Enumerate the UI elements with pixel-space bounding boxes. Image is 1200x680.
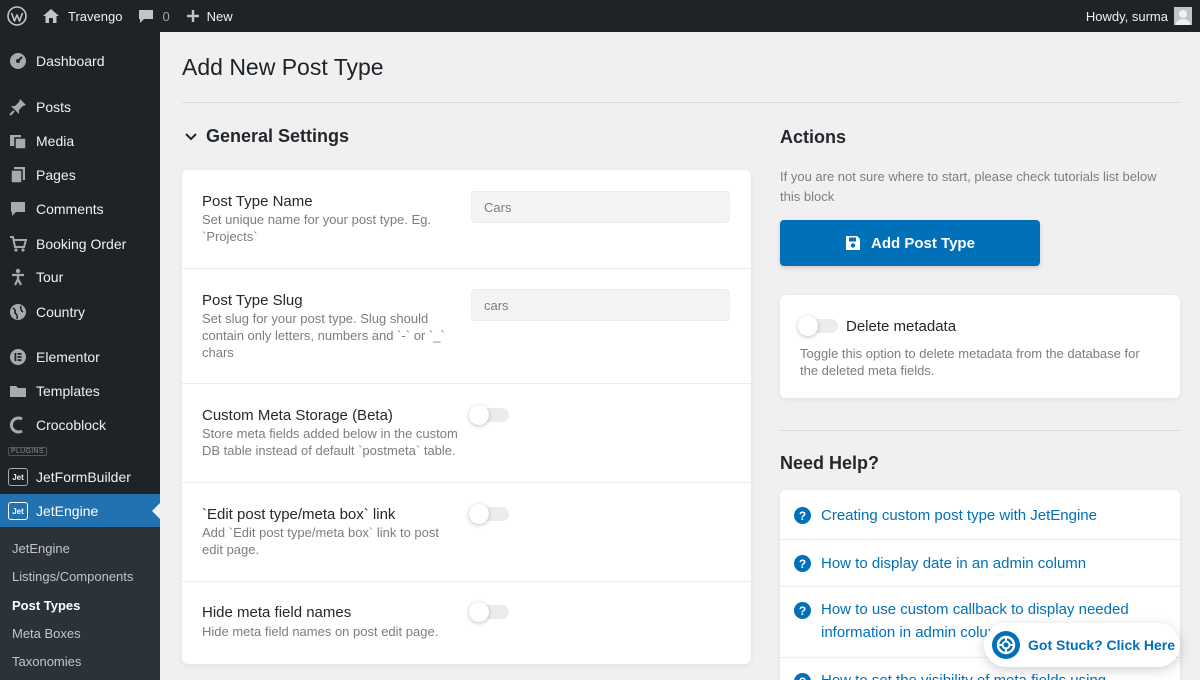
admin-sidebar: Dashboard Posts Media Pages Comments Boo… [0,32,160,680]
sidebar-item-jetformbuilder[interactable]: Jet JetFormBuilder [0,460,160,494]
field-row-hide-meta-names: Hide meta field names Hide meta field na… [182,582,751,664]
need-help-title: Need Help? [780,453,880,473]
actions-description: If you are not sure where to start, plea… [780,169,1157,204]
field-row-edit-link: `Edit post type/meta box` link Add `Edit… [182,483,751,582]
dashboard-icon [0,52,36,70]
sidebar-item-media[interactable]: Media [0,124,160,158]
submenu-item-taxonomies[interactable]: Taxonomies [12,654,81,669]
help-item: ? How to display date in an admin column [780,540,1180,587]
delete-metadata-label: Delete metadata [846,318,957,335]
folder-icon [0,382,36,400]
help-divider [780,430,1180,431]
wordpress-logo-icon[interactable] [0,0,34,32]
field-label: Post Type Name [202,193,313,210]
submenu-item-jetengine[interactable]: JetEngine [12,541,70,556]
edit-link-toggle[interactable] [469,504,509,524]
submenu-item-meta-boxes[interactable]: Meta Boxes [12,626,81,641]
field-label: Hide meta field names [202,604,352,621]
sidebar-item-booking-order[interactable]: Booking Order [0,227,160,261]
lifebuoy-icon [992,631,1020,659]
help-link[interactable]: How to set the visibility of meta fields… [821,669,1161,680]
jetengine-submenu: JetEngine Listings/Components Post Types… [0,527,160,680]
field-description: Add `Edit post type/meta box` link to po… [202,525,440,557]
person-icon [0,268,36,286]
question-icon: ? [794,673,811,680]
cart-icon [0,235,36,253]
sidebar-item-tour[interactable]: Tour [0,260,160,294]
comments-link[interactable]: 0 [130,0,177,32]
save-icon [845,235,861,251]
sidebar-item-templates[interactable]: Templates [0,374,160,408]
hide-meta-names-toggle[interactable] [469,602,509,622]
comments-icon [0,200,36,218]
globe-icon [0,303,36,321]
jet-icon: Jet [8,502,28,520]
field-row-post-type-name: Post Type Name Set unique name for your … [182,170,751,269]
page-title: Add New Post Type [182,54,384,80]
field-label: Post Type Slug [202,292,303,309]
question-icon: ? [794,507,811,524]
active-menu-arrow [152,503,160,519]
pin-icon [0,98,36,116]
admin-bar: Travengo 0 New Howdy, surma [0,0,1200,32]
sidebar-item-comments[interactable]: Comments [0,192,160,226]
delete-metadata-card: Delete metadata Toggle this option to de… [780,295,1180,398]
actions-title: Actions [780,127,847,147]
crocoblock-icon [0,416,36,434]
help-link[interactable]: Creating custom post type with JetEngine [821,504,1161,527]
submenu-item-post-types[interactable]: Post Types [12,598,80,613]
comment-bubble-icon [138,9,154,24]
sidebar-item-dashboard[interactable]: Dashboard [0,44,160,78]
account-menu[interactable]: Howdy, surma [1078,0,1200,32]
avatar [1174,7,1192,25]
sidebar-item-crocoblock[interactable]: Crocoblock [0,408,160,442]
sidebar-item-country[interactable]: Country [0,295,160,329]
home-icon [42,8,60,24]
plugins-section-label: PLUGINS [8,447,47,456]
general-settings-card: Post Type Name Set unique name for your … [182,170,751,664]
field-row-custom-meta-storage: Custom Meta Storage (Beta) Store meta fi… [182,384,751,483]
field-row-post-type-slug: Post Type Slug Set slug for your post ty… [182,269,751,384]
field-label: Custom Meta Storage (Beta) [202,407,393,424]
field-description: Hide meta field names on post edit page. [202,624,439,639]
custom-meta-storage-toggle[interactable] [469,405,509,425]
add-post-type-button[interactable]: Add Post Type [780,220,1040,266]
sidebar-item-pages[interactable]: Pages [0,158,160,192]
delete-metadata-description: Toggle this option to delete metadata fr… [800,346,1140,378]
question-icon: ? [794,555,811,572]
media-icon [0,132,36,150]
title-divider [182,102,1180,103]
help-item: ? Creating custom post type with JetEngi… [780,490,1180,540]
field-description: Store meta fields added below in the cus… [202,426,458,458]
field-label: `Edit post type/meta box` link [202,506,396,523]
sidebar-item-elementor[interactable]: Elementor [0,340,160,374]
help-link[interactable]: How to display date in an admin column [821,552,1161,575]
sidebar-item-jetengine[interactable]: Jet JetEngine [0,494,160,528]
plus-icon [186,9,200,23]
section-title: General Settings [206,126,350,146]
pages-icon [0,166,36,184]
site-name-link[interactable]: Travengo [34,0,130,32]
chevron-down-icon [184,132,198,142]
delete-metadata-toggle[interactable] [798,316,838,336]
post-type-slug-input[interactable]: cars [471,289,730,321]
got-stuck-button[interactable]: Got Stuck? Click Here [984,623,1180,667]
submenu-item-listings-components[interactable]: Listings/Components [12,569,133,584]
sidebar-item-posts[interactable]: Posts [0,90,160,124]
elementor-icon [0,348,36,366]
jet-icon: Jet [8,468,28,486]
post-type-name-input[interactable]: Cars [471,191,730,223]
question-icon: ? [794,602,811,619]
field-description: Set slug for your post type. Slug should… [202,311,445,360]
field-description: Set unique name for your post type. Eg. … [202,212,432,244]
new-content-link[interactable]: New [178,0,241,32]
general-settings-toggle[interactable]: General Settings [184,126,349,147]
